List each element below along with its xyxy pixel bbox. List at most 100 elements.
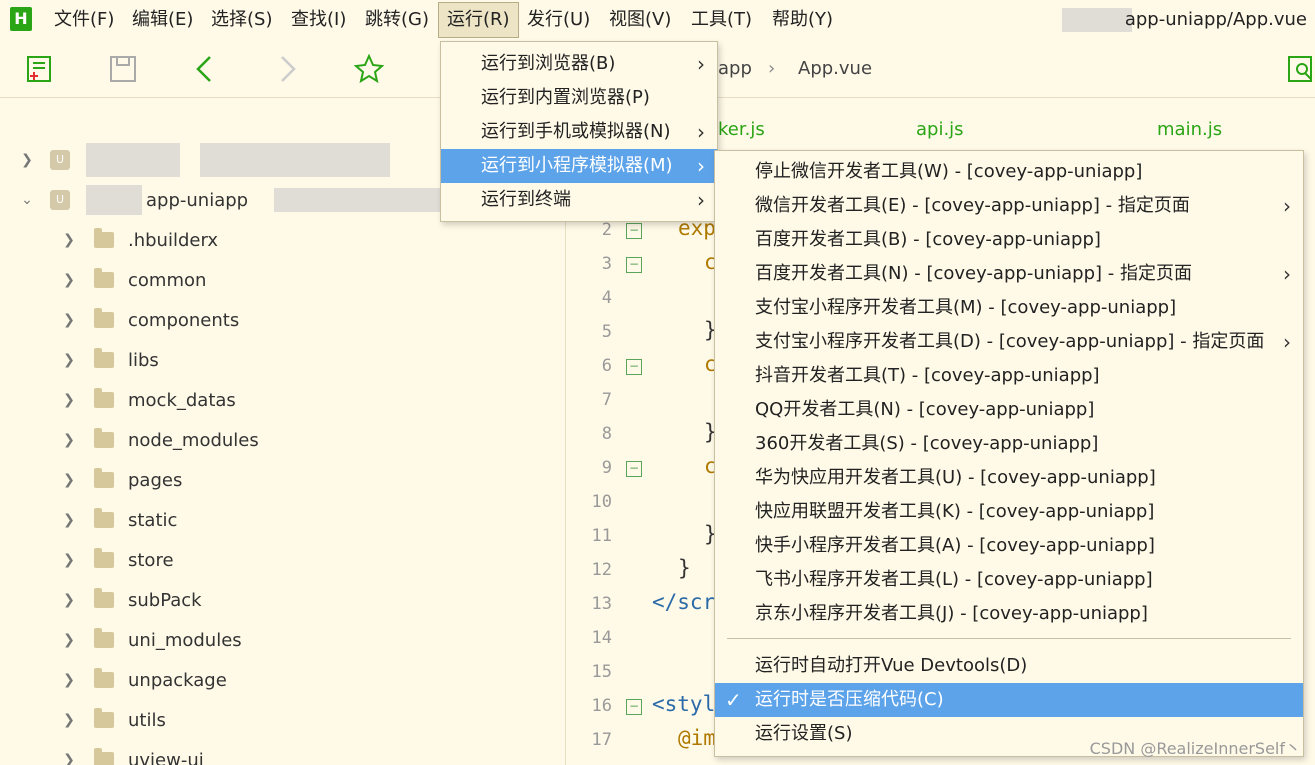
folder-row[interactable]: ❯ common <box>60 260 206 300</box>
chevron-right-icon[interactable]: ❯ <box>60 671 78 689</box>
new-file-icon[interactable] <box>22 52 56 86</box>
folder-label: uni_modules <box>128 629 242 651</box>
menu-run[interactable]: 运行(R) <box>438 2 519 38</box>
star-icon[interactable] <box>352 52 386 86</box>
miniprogram-tool-item[interactable]: 百度开发者工具(B) - [covey-app-uniapp] <box>715 223 1303 257</box>
project-icon: U <box>50 150 70 170</box>
folder-row[interactable]: ❯ libs <box>60 340 159 380</box>
folder-row[interactable]: ❯ pages <box>60 460 182 500</box>
menu-tools[interactable]: 工具(T) <box>683 0 760 40</box>
chevron-right-icon[interactable]: ❯ <box>60 711 78 729</box>
folder-row[interactable]: ❯ mock_datas <box>60 380 236 420</box>
folder-row[interactable]: ❯ store <box>60 540 174 580</box>
chevron-right-icon[interactable]: ❯ <box>60 511 78 529</box>
folder-row[interactable]: ❯ uni_modules <box>60 620 242 660</box>
chevron-right-icon[interactable]: ❯ <box>18 151 36 169</box>
chevron-right-icon[interactable]: ❯ <box>60 311 78 329</box>
miniprogram-tool-item[interactable]: 华为快应用开发者工具(U) - [covey-app-uniapp] <box>715 461 1303 495</box>
run-to-phone-item[interactable]: 运行到手机或模拟器(N) › <box>441 115 717 149</box>
menu-file[interactable]: 文件(F) <box>46 0 122 40</box>
menu-publish[interactable]: 发行(U) <box>519 0 598 40</box>
folder-row[interactable]: ❯ .hbuilderx <box>60 220 218 260</box>
minify-code-option[interactable]: ✓ 运行时是否压缩代码(C) <box>715 683 1303 717</box>
folder-icon <box>94 228 114 248</box>
miniprogram-tool-item[interactable]: 停止微信开发者工具(W) - [covey-app-uniapp] <box>715 155 1303 189</box>
miniprogram-tool-item[interactable]: 快手小程序开发者工具(A) - [covey-app-uniapp] <box>715 529 1303 563</box>
code-line: } <box>678 556 691 580</box>
folder-label: utils <box>128 709 166 731</box>
fold-toggle-icon[interactable]: − <box>626 223 642 239</box>
fold-toggle-icon[interactable]: − <box>626 257 642 273</box>
miniprogram-tool-item[interactable]: 飞书小程序开发者工具(L) - [covey-app-uniapp] <box>715 563 1303 597</box>
run-to-browser-item[interactable]: 运行到浏览器(B) › <box>441 47 717 81</box>
run-to-builtin-browser-item[interactable]: 运行到内置浏览器(P) <box>441 81 717 115</box>
fold-toggle-icon[interactable]: − <box>626 461 642 477</box>
folder-label: unpackage <box>128 669 227 691</box>
miniprogram-tool-item[interactable]: 360开发者工具(S) - [covey-app-uniapp] <box>715 427 1303 461</box>
line-number: 14 <box>591 628 612 648</box>
miniprogram-tool-item[interactable]: QQ开发者工具(N) - [covey-app-uniapp] <box>715 393 1303 427</box>
code-line: <styl <box>652 692 716 716</box>
menu-select[interactable]: 选择(S) <box>203 0 280 40</box>
project-row[interactable]: ❯ U <box>18 140 390 180</box>
blurred-region <box>200 143 390 177</box>
menu-edit[interactable]: 编辑(E) <box>124 0 201 40</box>
breadcrumb-app[interactable]: app <box>718 58 752 82</box>
project-row[interactable]: ⌄ U app-uniapp <box>18 180 445 220</box>
line-number: 3 <box>601 254 612 274</box>
menu-goto[interactable]: 跳转(G) <box>357 0 437 40</box>
folder-row[interactable]: ❯ node_modules <box>60 420 259 460</box>
miniprogram-tool-item[interactable]: 百度开发者工具(N) - [covey-app-uniapp] - 指定页面 › <box>715 257 1303 291</box>
chevron-right-icon[interactable]: ❯ <box>60 471 78 489</box>
folder-icon <box>94 588 114 608</box>
miniprogram-tool-item[interactable]: 支付宝小程序开发者工具(D) - [covey-app-uniapp] - 指定… <box>715 325 1303 359</box>
chevron-right-icon: › <box>1283 262 1291 286</box>
chevron-right-icon[interactable]: ❯ <box>60 631 78 649</box>
forward-icon[interactable] <box>270 52 304 86</box>
miniprogram-tool-item[interactable]: 微信开发者工具(E) - [covey-app-uniapp] - 指定页面 › <box>715 189 1303 223</box>
chevron-right-icon[interactable]: ❯ <box>60 591 78 609</box>
line-number: 9 <box>601 458 612 478</box>
chevron-right-icon[interactable]: ❯ <box>60 231 78 249</box>
run-to-miniprogram-item[interactable]: 运行到小程序模拟器(M) › <box>441 149 717 183</box>
chevron-right-icon[interactable]: ❯ <box>60 351 78 369</box>
fold-toggle-icon[interactable]: − <box>626 359 642 375</box>
chevron-right-icon: › <box>697 188 705 212</box>
folder-icon <box>94 628 114 648</box>
back-icon[interactable] <box>188 52 222 86</box>
folder-icon <box>94 388 114 408</box>
search-icon[interactable] <box>1284 52 1315 86</box>
breadcrumb-file[interactable]: App.vue <box>798 58 872 82</box>
folder-row[interactable]: ❯ components <box>60 300 239 340</box>
folder-row[interactable]: ❯ utils <box>60 700 166 740</box>
miniprogram-tool-item[interactable]: 快应用联盟开发者工具(K) - [covey-app-uniapp] <box>715 495 1303 529</box>
folder-row[interactable]: ❯ unpackage <box>60 660 227 700</box>
miniprogram-tool-item[interactable]: 京东小程序开发者工具(J) - [covey-app-uniapp] <box>715 597 1303 631</box>
folder-label: store <box>128 549 174 571</box>
miniprogram-tool-item[interactable]: 支付宝小程序开发者工具(M) - [covey-app-uniapp] <box>715 291 1303 325</box>
folder-label: node_modules <box>128 429 259 451</box>
folder-row[interactable]: ❯ uview-ui <box>60 740 204 765</box>
chevron-right-icon: › <box>697 154 705 178</box>
line-number: 11 <box>591 526 612 546</box>
auto-open-devtools-option[interactable]: 运行时自动打开Vue Devtools(D) <box>715 649 1303 683</box>
folder-row[interactable]: ❯ subPack <box>60 580 202 620</box>
folder-row[interactable]: ❯ static <box>60 500 177 540</box>
folder-label: libs <box>128 349 159 371</box>
fold-toggle-icon[interactable]: − <box>626 699 642 715</box>
chevron-right-icon[interactable]: ❯ <box>60 431 78 449</box>
miniprogram-tool-item[interactable]: 抖音开发者工具(T) - [covey-app-uniapp] <box>715 359 1303 393</box>
chevron-right-icon[interactable]: ❯ <box>60 751 78 765</box>
chevron-right-icon[interactable]: ❯ <box>60 551 78 569</box>
chevron-down-icon[interactable]: ⌄ <box>18 191 36 209</box>
chevron-right-icon: › <box>1283 330 1291 354</box>
line-number: 7 <box>601 390 612 410</box>
menu-find[interactable]: 查找(I) <box>283 0 354 40</box>
menu-view[interactable]: 视图(V) <box>601 0 679 40</box>
menu-help[interactable]: 帮助(Y) <box>764 0 841 40</box>
chevron-right-icon[interactable]: ❯ <box>60 391 78 409</box>
chevron-right-icon[interactable]: ❯ <box>60 271 78 289</box>
run-to-terminal-item[interactable]: 运行到终端 › <box>441 183 717 217</box>
save-icon[interactable] <box>106 52 140 86</box>
code-line: @im <box>678 726 716 750</box>
